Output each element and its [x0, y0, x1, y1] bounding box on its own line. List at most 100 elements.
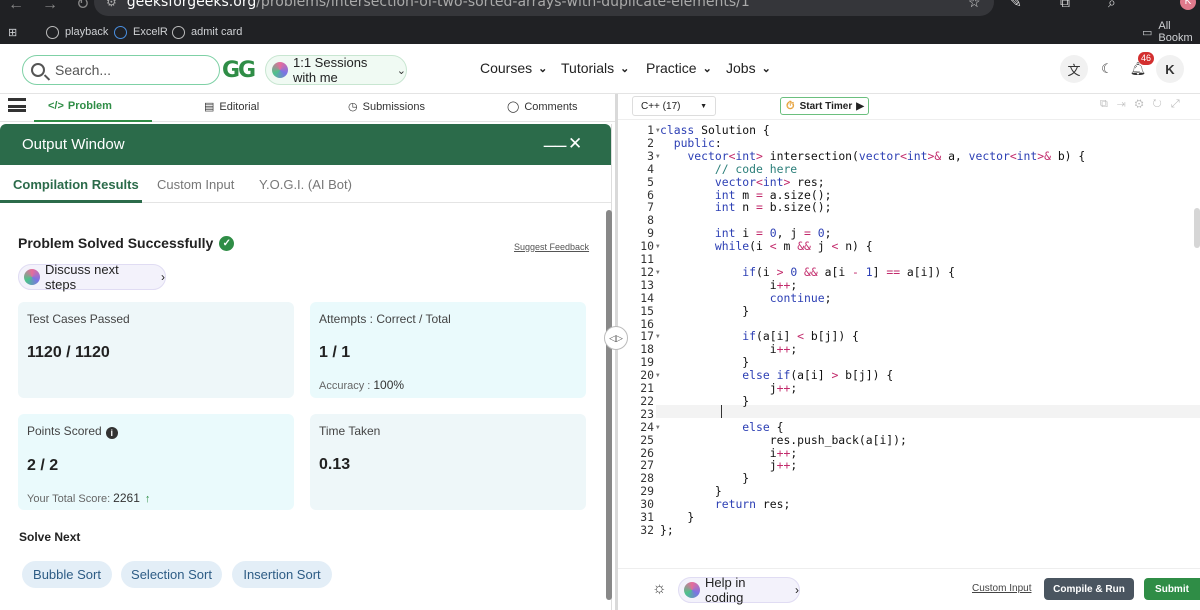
bookmark-playback[interactable]: playback — [46, 22, 108, 42]
chevron-down-icon: ⌄ — [702, 62, 712, 75]
code-line[interactable]: else { — [660, 420, 783, 434]
address-bar[interactable]: ⚙ geeksforgeeks.org/problems/intersectio… — [94, 0, 994, 16]
start-timer-button[interactable]: ⏱ Start Timer ▶ — [780, 97, 869, 115]
menu-icon[interactable] — [8, 98, 26, 112]
accuracy-label: Accuracy : — [319, 380, 371, 392]
stopwatch-icon: ⏱ — [786, 99, 795, 112]
tab-compilation-results[interactable]: Compilation Results — [13, 177, 139, 192]
bookmark-admit-card[interactable]: admit card — [172, 22, 242, 42]
profile-avatar[interactable]: K — [1180, 0, 1196, 10]
close-icon[interactable]: ✕ — [568, 134, 582, 154]
line-number: 15 — [640, 303, 654, 318]
nav-courses[interactable]: Courses ⌄ — [480, 60, 547, 76]
code-line[interactable]: int n = b.size(); — [660, 201, 832, 214]
nav-tutorials[interactable]: Tutorials ⌄ — [561, 60, 629, 76]
tab-problem[interactable]: </> Problem — [48, 100, 112, 112]
translate-icon[interactable]: 文 — [1060, 55, 1088, 83]
solve-next-insertion-sort[interactable]: Insertion Sort — [232, 561, 332, 588]
editor-scrollbar[interactable] — [1194, 208, 1200, 248]
code-editor[interactable]: 1 ▼ class Solution {2 public: 3 ▼ vector<int… — [618, 122, 1200, 568]
compile-run-button[interactable]: Compile & Run — [1044, 578, 1134, 600]
custom-input-link[interactable]: Custom Input — [972, 583, 1031, 594]
points-card: Points Scored i 2 / 2 Your Total Score: 22… — [18, 414, 294, 510]
chevron-right-icon: › — [795, 583, 799, 597]
clock-icon: ◷ — [348, 101, 358, 113]
nav-practice[interactable]: Practice ⌄ — [646, 60, 712, 76]
sessions-label: 1:1 Sessions with me — [293, 55, 368, 85]
line-number: 14 — [640, 290, 654, 305]
chevron-down-icon: ⌄ — [620, 62, 630, 75]
accuracy: Accuracy :100% — [319, 378, 577, 392]
code-line[interactable]: while(i < m && j < n) { — [660, 240, 873, 253]
all-bookmarks-label: All Bookm — [1158, 20, 1193, 44]
search-input[interactable]: Search... — [22, 55, 220, 85]
code-line[interactable]: continue; — [660, 291, 832, 305]
user-avatar[interactable]: K — [1156, 55, 1184, 83]
attempts-card: Attempts : Correct / Total 1 / 1 Accurac… — [310, 302, 586, 398]
line-number: 3 — [647, 148, 654, 163]
dark-mode-icon[interactable]: ☾ — [1093, 55, 1121, 83]
help-in-coding-button[interactable]: Help in coding › — [678, 575, 800, 605]
test-cases-card: Test Cases Passed 1120 / 1120 — [18, 302, 294, 398]
suggest-feedback-link[interactable]: Suggest Feedback — [514, 242, 589, 252]
tab-custom-input[interactable]: Custom Input — [157, 177, 234, 192]
language-value: C++ (17) — [641, 100, 681, 112]
result-status-text: Problem Solved Successfully — [18, 235, 214, 251]
total-score: Your Total Score: 2261 ↑ — [27, 491, 285, 505]
editor-action-icons[interactable]: ⧉⇥⚙↻⤢ — [1100, 98, 1189, 111]
apps-icon[interactable]: ⊞ — [8, 22, 17, 42]
arrow-up-icon: ↑ — [144, 493, 151, 505]
info-icon[interactable]: i — [105, 427, 118, 439]
lens-icon[interactable]: ⌕ — [1108, 0, 1116, 11]
nav-jobs[interactable]: Jobs ⌄ — [726, 60, 771, 76]
tab-submissions[interactable]: ◷ Submissions — [348, 100, 425, 114]
bookmark-star-icon[interactable]: ☆ — [968, 0, 981, 11]
excelr-icon — [114, 25, 127, 39]
code-line[interactable]: }; — [660, 523, 674, 537]
time-value: 0.13 — [319, 456, 351, 473]
sessions-button[interactable]: 1:1 Sessions with me ⌄ — [265, 55, 407, 85]
code-line[interactable]: if(i > 0 && a[i - 1] == a[i]) { — [660, 265, 955, 279]
nav-label: Practice — [646, 60, 697, 76]
globe-icon — [46, 25, 59, 39]
sessions-avatar-icon — [272, 62, 288, 78]
solve-next-heading: Solve Next — [19, 530, 81, 544]
solve-next-bubble-sort[interactable]: Bubble Sort — [22, 561, 112, 588]
tab-label: Problem — [67, 100, 112, 112]
browser-nav-icons[interactable]: ←→↻ — [8, 0, 107, 14]
lightbulb-icon[interactable]: ☼ — [652, 580, 667, 598]
output-tabs: Compilation Results Custom Input Y.O.G.I… — [0, 165, 611, 203]
language-select[interactable]: C++ (17) ▼ — [632, 96, 716, 116]
bookmark-excelr[interactable]: ExcelR — [114, 22, 168, 42]
code-line[interactable]: } — [660, 304, 749, 318]
gfg-logo[interactable]: GG — [222, 58, 256, 83]
all-bookmarks[interactable]: ▭ All Bookm — [1142, 20, 1200, 44]
tab-label: Comments — [524, 100, 578, 113]
search-placeholder: Search... — [55, 62, 112, 78]
puzzle-icon[interactable]: ⧉ — [1060, 0, 1070, 11]
discuss-next-steps-button[interactable]: Discuss next steps › — [18, 262, 166, 292]
code-line[interactable]: } — [660, 394, 749, 408]
site-info-icon[interactable]: ⚙ — [106, 0, 117, 9]
active-tab-indicator — [34, 120, 152, 122]
extension-icon[interactable]: ✎ — [1010, 0, 1022, 11]
time-label: Time Taken — [319, 424, 381, 438]
submit-button[interactable]: Submit — [1144, 578, 1200, 600]
assistant-avatar-icon — [684, 582, 700, 598]
code-line[interactable]: vector<int> res; — [660, 175, 825, 189]
tab-editorial[interactable]: ▤ Editorial — [204, 100, 259, 114]
nav-label: Jobs — [726, 60, 756, 76]
url-path: /problems/intersection-of-two-sorted-arr… — [256, 0, 750, 10]
tab-label: Submissions — [362, 100, 425, 113]
output-scrollbar[interactable] — [606, 210, 612, 600]
assistant-avatar-icon — [24, 269, 40, 285]
nav-label: Courses — [480, 60, 533, 76]
solve-next-selection-sort[interactable]: Selection Sort — [121, 561, 222, 588]
output-window-title: Output Window — [22, 136, 125, 153]
time-card: Time Taken 0.13 — [310, 414, 586, 510]
tab-comments[interactable]: ◯ Comments — [507, 100, 578, 114]
line-number: 13 — [640, 277, 654, 292]
tab-yogi-ai-bot[interactable]: Y.O.G.I. (AI Bot) — [259, 177, 352, 192]
chevron-down-icon: ⌄ — [761, 62, 771, 75]
minimize-icon[interactable]: __ — [544, 126, 566, 149]
